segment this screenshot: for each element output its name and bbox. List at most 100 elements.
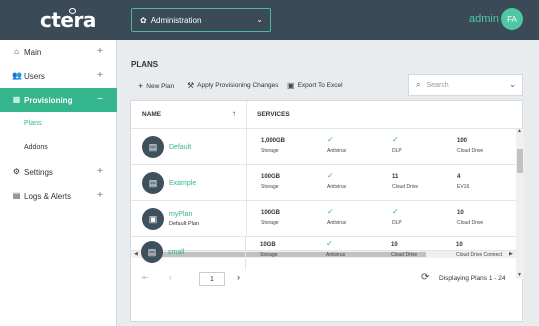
excel-icon: ▣ xyxy=(287,81,295,90)
check-icon: ✓ xyxy=(327,207,334,216)
service-value: 4 xyxy=(457,174,461,180)
expand-icon[interactable]: + xyxy=(97,166,103,177)
clipboard-icon: ▤ xyxy=(141,241,163,263)
vertical-scroll-thumb[interactable] xyxy=(517,149,523,173)
storage-value: 1,000GB xyxy=(261,138,286,144)
expand-icon[interactable]: + xyxy=(97,70,103,81)
table-row[interactable]: ▤ Example 100GB Storage ✓ Antivirus 11 C… xyxy=(131,165,516,201)
service-caption: Cloud Drive xyxy=(392,184,419,190)
new-plan-button[interactable]: + New Plan xyxy=(138,81,174,91)
column-divider xyxy=(246,201,247,237)
clipboard-icon: ▤ xyxy=(142,136,164,158)
storage-caption: Storage xyxy=(261,184,279,190)
storage-caption: Storage xyxy=(260,252,278,258)
user-name[interactable]: admin xyxy=(469,13,499,25)
context-label: Administration xyxy=(150,15,202,25)
sidebar-item-label: Provisioning xyxy=(24,96,73,105)
users-icon: 👥 xyxy=(12,71,22,80)
chevron-down-icon: ⌄ xyxy=(256,15,263,24)
service-caption: DLP xyxy=(392,220,402,226)
sidebar-item-label: Logs & Alerts xyxy=(24,192,72,201)
column-divider xyxy=(246,165,247,201)
logo-ring xyxy=(69,8,76,14)
context-select[interactable]: ✿ Administration ⌄ xyxy=(131,8,271,32)
storage-value: 100GB xyxy=(261,210,281,216)
sidebar-item-logs-alerts[interactable]: ▤ Logs & Alerts + xyxy=(0,184,117,208)
check-icon: ✓ xyxy=(392,207,399,216)
search-input[interactable]: ⌕ Search ⌄ xyxy=(408,74,523,96)
antivirus-caption: Antivirus xyxy=(327,148,347,154)
sidebar-item-users[interactable]: 👥 Users + xyxy=(0,64,117,88)
avatar[interactable]: FA xyxy=(501,8,523,30)
service-caption: EV16 xyxy=(457,184,470,190)
service-caption: DLP xyxy=(392,148,402,154)
service-caption: Cloud Drive xyxy=(457,220,484,226)
column-divider xyxy=(245,236,246,270)
gear-icon: ✿ xyxy=(140,15,147,25)
top-bar: ctera ✿ Administration ⌄ admin FA xyxy=(0,0,539,40)
plans-table: NAME ↑ SERVICES ▤ Default 1,000GB Storag… xyxy=(130,100,524,322)
service-caption: Cloud Drive Connect xyxy=(456,252,503,258)
expand-icon[interactable]: + xyxy=(97,190,103,201)
collapse-icon[interactable]: − xyxy=(97,94,103,105)
main-panel: PLANS + New Plan ⚒ Apply Provisioning Ch… xyxy=(118,40,539,326)
check-icon: ✓ xyxy=(392,135,399,144)
service-caption: Cloud Drive xyxy=(391,252,418,258)
storage-caption: Storage xyxy=(261,220,279,226)
col-services-header: SERVICES xyxy=(257,111,290,118)
sort-asc-icon[interactable]: ↑ xyxy=(232,109,236,118)
export-label: Export To Excel xyxy=(297,82,343,89)
table-header: NAME ↑ SERVICES xyxy=(131,101,524,129)
service-caption: Cloud Drive xyxy=(457,148,484,154)
apply-provisioning-button[interactable]: ⚒ Apply Provisioning Changes xyxy=(187,81,278,90)
plan-name-link[interactable]: myPlan xyxy=(169,211,192,218)
prev-page-icon[interactable]: ‹ xyxy=(169,272,172,282)
column-divider xyxy=(246,101,247,129)
service-value: 11 xyxy=(392,174,399,180)
grid-icon: ▦ xyxy=(12,95,21,104)
sidebar: ⌂ Main + 👥 Users + ▦ Provisioning − Plan… xyxy=(0,40,117,326)
clipboard-icon: ▤ xyxy=(12,191,21,200)
table-row[interactable]: ▣ myPlan Default Plan 100GB Storage ✓ An… xyxy=(131,201,516,237)
sidebar-item-settings[interactable]: ⚙ Settings + xyxy=(0,160,117,184)
sidebar-subitem-plans[interactable]: Plans xyxy=(24,120,42,127)
antivirus-caption: Antivirus xyxy=(327,220,347,226)
sidebar-item-label: Settings xyxy=(24,168,53,177)
antivirus-caption: Antivirus xyxy=(326,252,346,258)
first-page-icon[interactable]: ⇤ xyxy=(142,273,149,282)
col-name-header[interactable]: NAME xyxy=(142,111,161,118)
column-divider xyxy=(246,129,247,165)
export-excel-button[interactable]: ▣ Export To Excel xyxy=(287,81,343,90)
storage-value: 10GB xyxy=(260,242,276,248)
sidebar-subitem-addons[interactable]: Addons xyxy=(24,144,48,151)
expand-icon[interactable]: + xyxy=(97,46,103,57)
page-number-input[interactable]: 1 xyxy=(199,272,225,286)
ctera-logo[interactable]: ctera xyxy=(40,8,96,32)
wand-icon: ⚒ xyxy=(187,81,195,90)
plan-name-link[interactable]: Example xyxy=(169,180,196,187)
refresh-icon[interactable]: ⟳ xyxy=(421,272,429,283)
plus-icon: + xyxy=(138,81,144,91)
sidebar-item-provisioning[interactable]: ▦ Provisioning − xyxy=(0,88,117,112)
table-row[interactable]: ▤ Default 1,000GB Storage ✓ Antivirus ✓ … xyxy=(131,129,516,165)
scroll-up-icon[interactable]: ▲ xyxy=(517,128,522,134)
briefcase-icon: ▣ xyxy=(142,208,164,230)
table-row[interactable]: ▤ small 10GB Storage ✓ Antivirus 10 Clou… xyxy=(130,236,515,270)
next-page-icon[interactable]: › xyxy=(237,272,240,282)
sidebar-item-label: Main xyxy=(24,48,42,57)
search-icon: ⌕ xyxy=(416,80,421,89)
pagination-status: Displaying Plans 1 - 24 xyxy=(439,275,506,282)
sidebar-item-main[interactable]: ⌂ Main + xyxy=(0,40,117,64)
plan-name-link[interactable]: small xyxy=(168,249,184,256)
check-icon: ✓ xyxy=(326,239,333,248)
clipboard-icon: ▤ xyxy=(142,172,164,194)
chevron-down-icon[interactable]: ⌄ xyxy=(509,80,516,89)
storage-value: 100GB xyxy=(261,174,281,180)
new-plan-label: New Plan xyxy=(146,82,175,90)
check-icon: ✓ xyxy=(327,135,334,144)
service-value: 10 xyxy=(457,210,464,216)
check-icon: ✓ xyxy=(327,171,334,180)
apply-label: Apply Provisioning Changes xyxy=(197,82,279,89)
plan-name-link[interactable]: Default xyxy=(169,144,191,151)
home-icon: ⌂ xyxy=(14,47,19,56)
